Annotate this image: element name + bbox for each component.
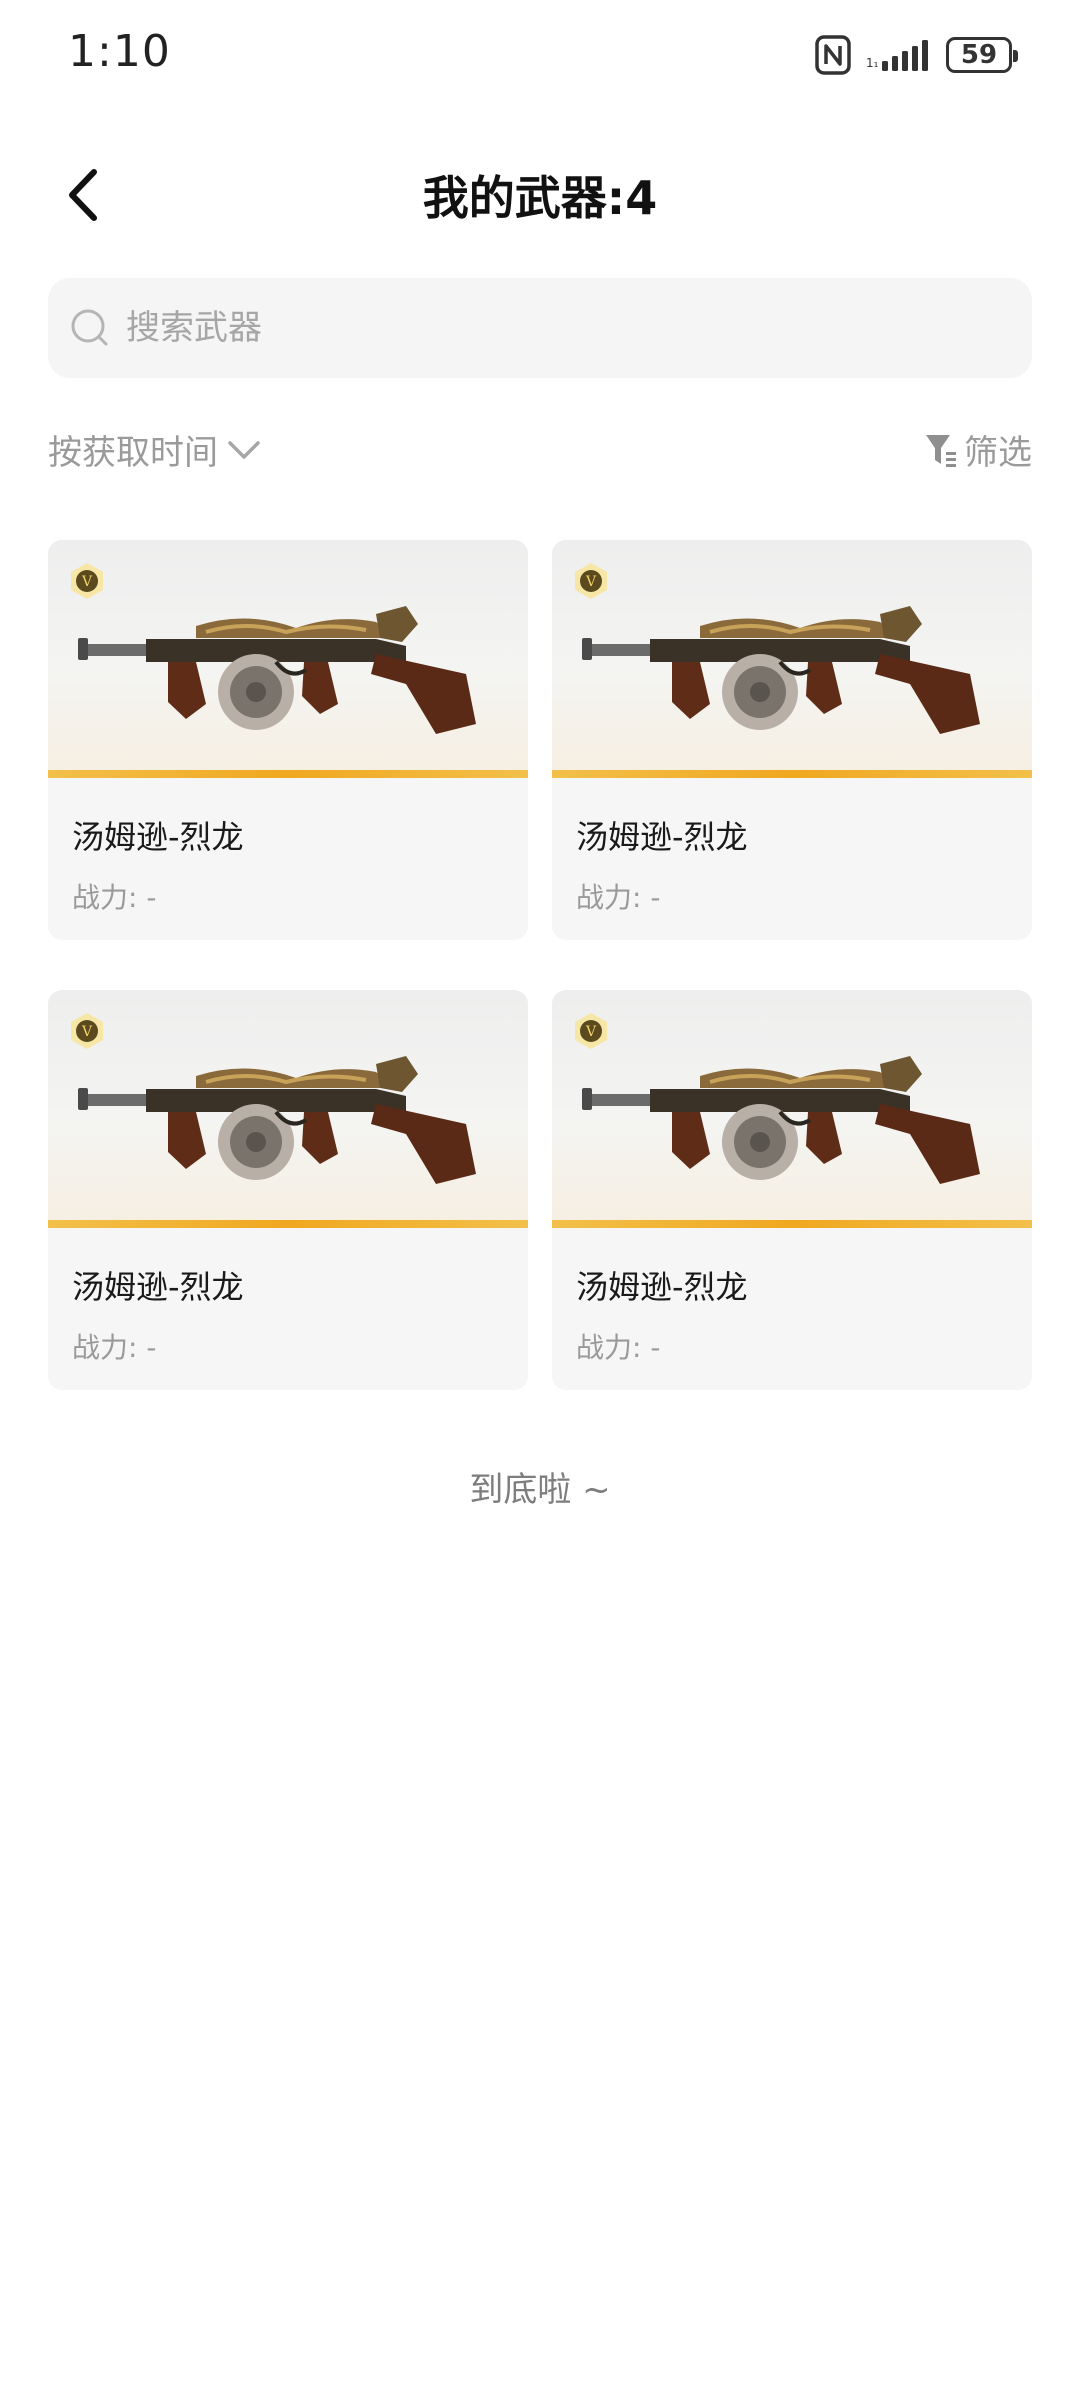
status-time: 1:10 <box>68 26 171 77</box>
filter-icon <box>926 434 956 467</box>
page-title: 我的武器:4 <box>422 171 658 225</box>
search-input[interactable] <box>124 307 928 349</box>
weapon-image-area: V <box>552 540 1032 778</box>
weapon-name: 汤姆逊-烈龙 <box>72 818 244 856</box>
header: 我的武器:4 <box>0 150 1080 240</box>
weapon-gun-image <box>78 1056 476 1184</box>
weapon-image-area: V <box>48 540 528 778</box>
weapon-name: 汤姆逊-烈龙 <box>72 1268 244 1306</box>
status-icons: 1₁ 59 <box>814 30 1018 80</box>
search-box[interactable] <box>48 278 1032 378</box>
weapon-power: 战力: - <box>72 881 157 914</box>
rarity-stripe <box>552 770 1032 778</box>
weapon-power: 战力: - <box>576 881 661 914</box>
weapon-name: 汤姆逊-烈龙 <box>576 818 748 856</box>
weapon-gun-image <box>78 606 476 734</box>
sort-label: 按获取时间 <box>48 433 218 473</box>
weapon-name: 汤姆逊-烈龙 <box>576 1268 748 1306</box>
weapon-card[interactable]: V 汤姆逊-烈龙 战力: - <box>552 540 1032 940</box>
weapon-gun-image <box>582 1056 980 1184</box>
signal-icon: 1₁ <box>866 40 928 71</box>
sort-dropdown[interactable]: 按获取时间 <box>48 425 262 474</box>
search-icon <box>71 309 108 346</box>
weapons-page: 1:10 1₁ 59 我的武器:4 搜索武器 按获取时间 筛选 V 汤姆逊-烈龙… <box>0 0 1080 2403</box>
rarity-stripe <box>552 1220 1032 1228</box>
battery-indicator: 59 <box>946 37 1018 73</box>
weapon-gun-image <box>582 606 980 734</box>
weapon-card[interactable]: V 汤姆逊-烈龙 战力: - <box>48 990 528 1390</box>
nfc-icon <box>815 35 851 75</box>
filter-label: 筛选 <box>964 433 1032 473</box>
weapon-power: 战力: - <box>576 1331 661 1364</box>
weapon-power: 战力: - <box>72 1331 157 1364</box>
filter-button[interactable]: 筛选 <box>924 425 1032 474</box>
weapon-image-area: V <box>48 990 528 1228</box>
weapon-card[interactable]: V 汤姆逊-烈龙 战力: - <box>48 540 528 940</box>
end-of-list-text: 到底啦 ~ <box>469 1470 611 1510</box>
rarity-stripe <box>48 1220 528 1228</box>
chevron-down-icon <box>228 440 260 459</box>
weapon-image-area: V <box>552 990 1032 1228</box>
rarity-stripe <box>48 770 528 778</box>
weapon-card[interactable]: V 汤姆逊-烈龙 战力: - <box>552 990 1032 1390</box>
svg-text:1₁: 1₁ <box>866 56 879 70</box>
status-bar: 1:10 1₁ 59 <box>0 0 1080 110</box>
sort-filter-bar: 按获取时间 筛选 <box>48 425 1032 485</box>
